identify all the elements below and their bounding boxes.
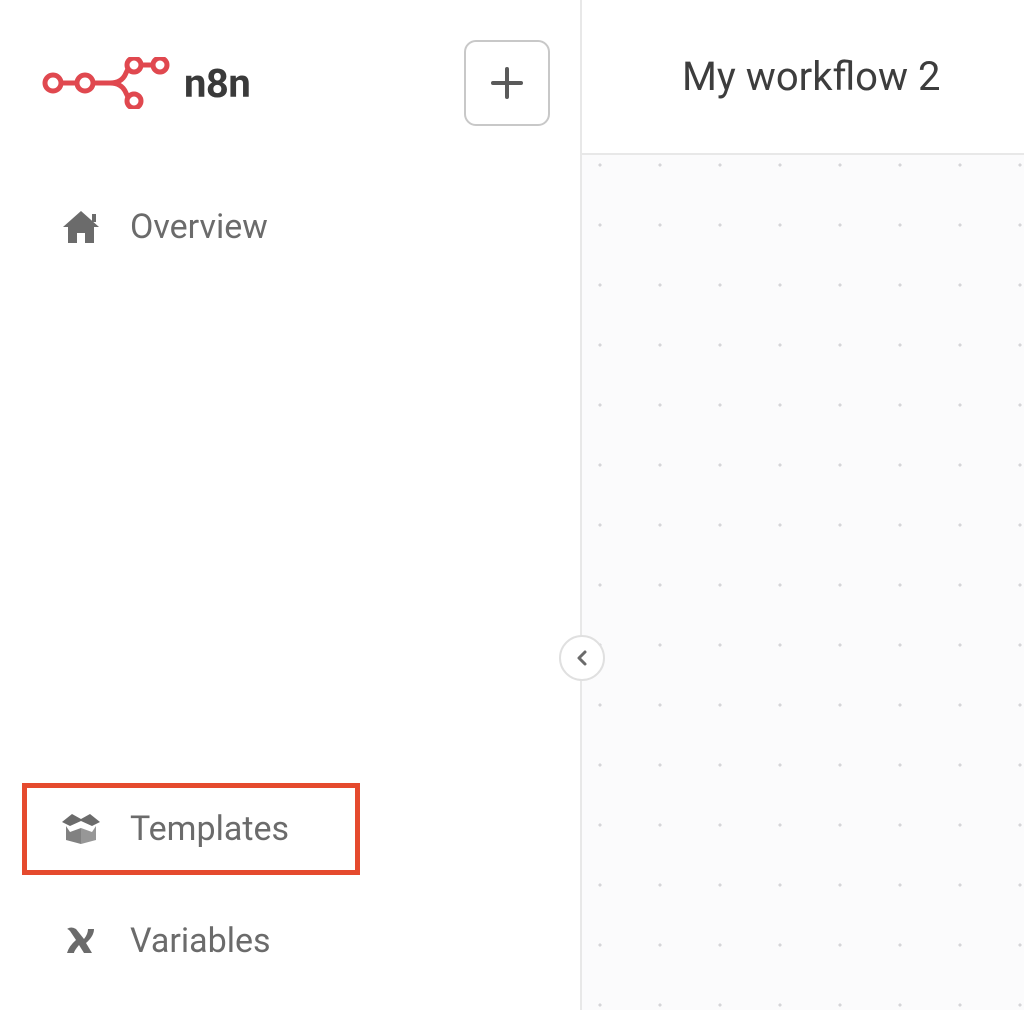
box-open-icon [62, 814, 100, 844]
top-bar: My workflow 2 [582, 0, 1024, 155]
plus-icon [489, 65, 525, 101]
chevron-left-icon [573, 649, 591, 667]
brand-name: n8n [184, 60, 250, 107]
main-area: My workflow 2 [582, 0, 1024, 1010]
workflow-canvas[interactable] [582, 155, 1024, 1010]
brand-logo[interactable]: n8n [42, 57, 250, 109]
sidebar-item-templates[interactable]: Templates [0, 783, 580, 875]
collapse-sidebar-button[interactable] [559, 635, 605, 681]
sidebar: n8n Overview [0, 0, 580, 1010]
add-workflow-button[interactable] [464, 40, 550, 126]
workflow-title[interactable]: My workflow 2 [682, 53, 940, 100]
sidebar-item-variables[interactable]: Variables [0, 895, 580, 987]
variable-x-icon [62, 926, 100, 956]
sidebar-nav: Overview Templates [0, 181, 580, 987]
sidebar-item-label: Variables [130, 921, 271, 961]
sidebar-item-overview[interactable]: Overview [0, 181, 580, 273]
n8n-logo-icon [42, 57, 172, 109]
sidebar-header: n8n [0, 40, 580, 126]
home-icon [62, 211, 100, 243]
sidebar-item-label: Templates [130, 809, 289, 849]
sidebar-item-label: Overview [130, 207, 268, 247]
